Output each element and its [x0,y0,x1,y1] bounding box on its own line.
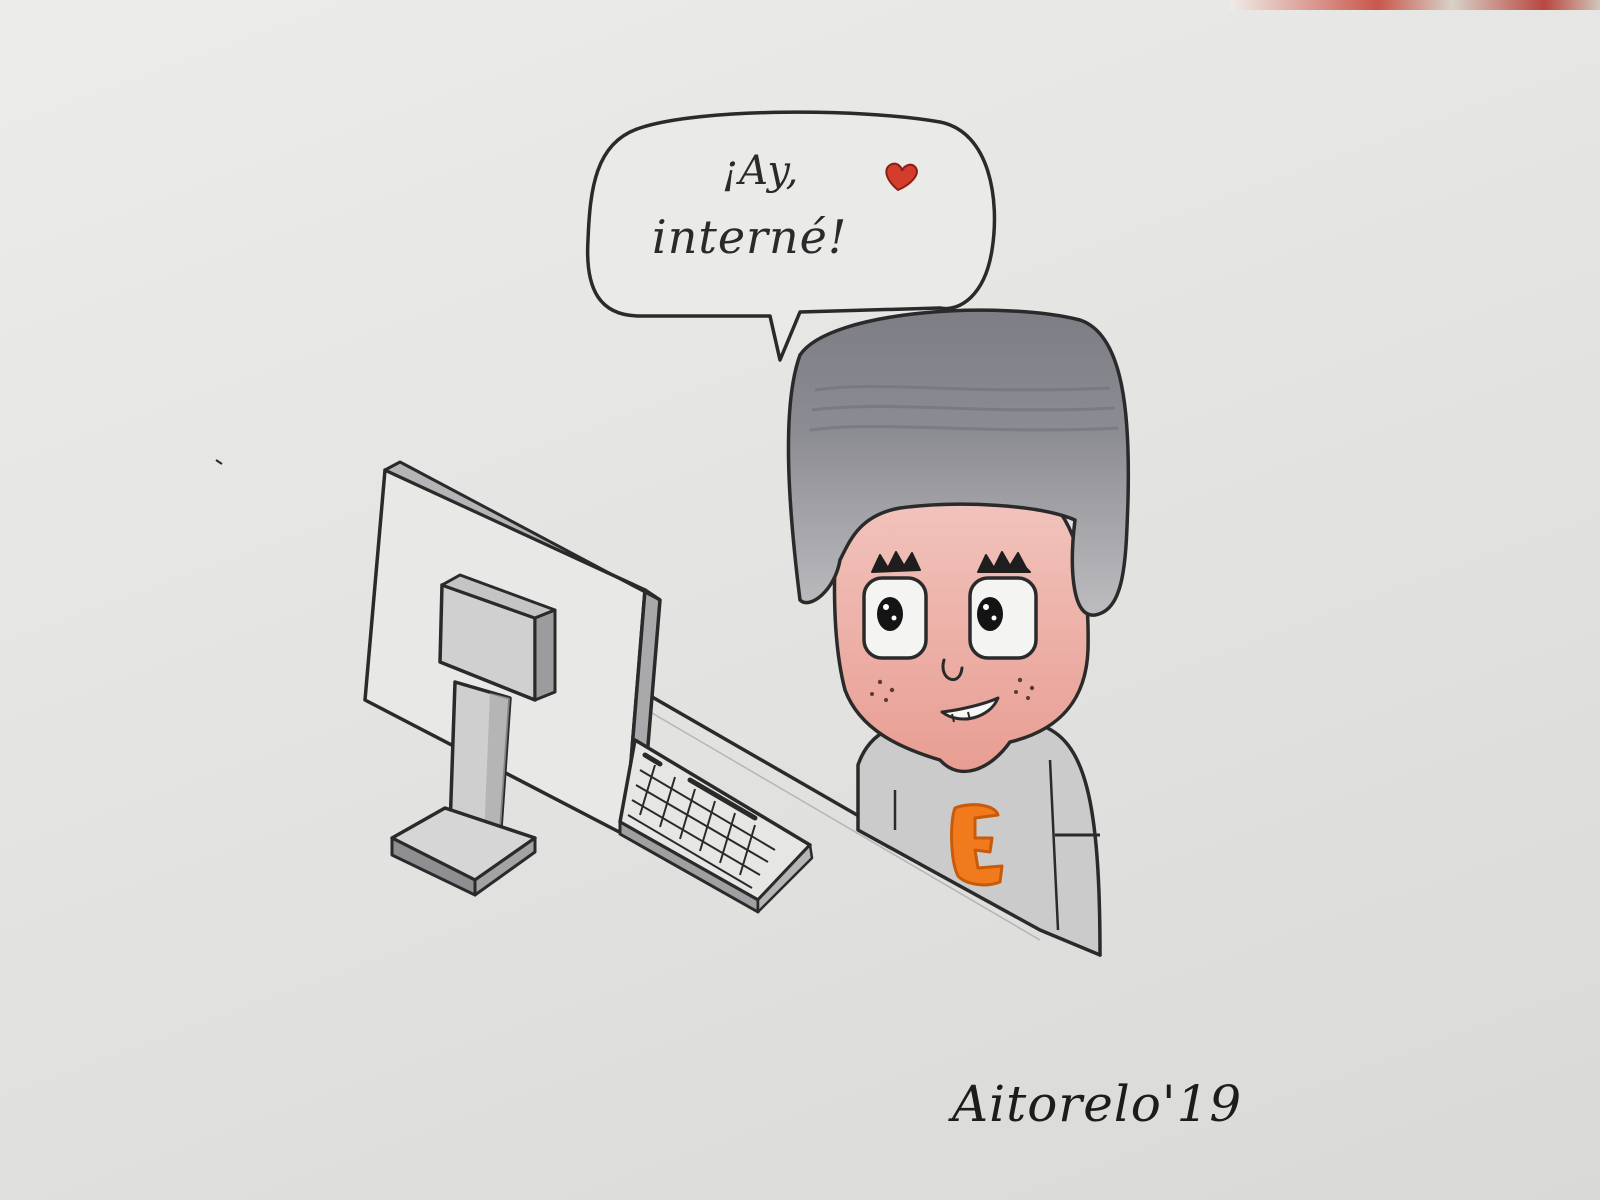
character [786,308,1131,957]
keyboard [618,738,814,914]
artist-signature: Aitorelo'19 [952,1075,1243,1133]
monitor [363,460,662,897]
right-eye [968,576,1038,660]
speech-line-2: interné! [652,210,848,264]
left-eye [862,576,928,660]
illustration [215,110,1131,957]
speech-line-1: ¡Ay, [722,148,800,194]
